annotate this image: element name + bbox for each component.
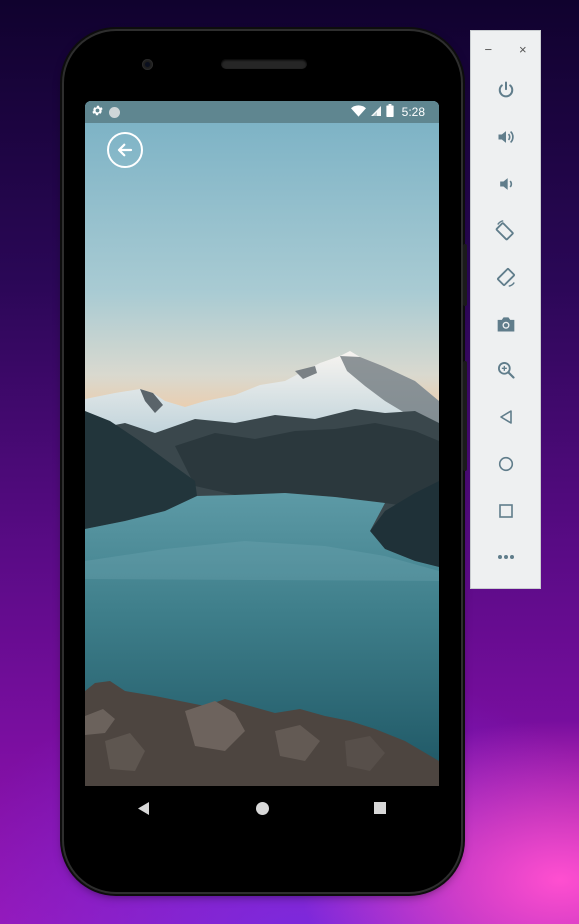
notification-dot-icon [109,106,120,118]
nav-overview-button[interactable] [360,788,400,828]
emulator-back-button[interactable] [471,394,540,441]
rotate-right-button[interactable] [471,254,540,301]
circle-home-icon [255,801,269,815]
earpiece-speaker [221,59,307,69]
emulator-overview-button[interactable] [471,487,540,534]
volume-down-button[interactable] [471,160,540,207]
android-nav-bar [85,786,439,830]
rotate-left-button[interactable] [471,207,540,254]
rotate-right-icon [496,268,515,287]
emulator-control-panel: − × [471,31,540,588]
volume-up-button[interactable] [471,114,540,161]
camera-icon [497,317,514,332]
phone-frame: 5:28 [64,31,467,892]
signal-icon [370,105,382,120]
back-arrow-button[interactable] [107,132,143,168]
back-icon [499,410,512,424]
volume-up-icon [498,131,514,144]
zoom-button[interactable] [471,347,540,394]
battery-icon [386,104,394,120]
volume-side-button [463,361,467,471]
power-button[interactable] [471,67,540,114]
volume-down-icon [499,177,512,190]
rotate-left-icon [495,220,514,241]
power-side-button [463,244,467,306]
zoom-icon [497,362,515,380]
device-screen: 5:28 [85,101,439,786]
minimize-button[interactable]: − [484,42,492,57]
arrow-left-icon [117,143,133,157]
status-time: 5:28 [401,105,425,119]
close-button[interactable]: × [519,42,527,57]
status-bar: 5:28 [85,101,439,123]
triangle-back-icon [138,801,149,815]
nav-home-button[interactable] [242,788,282,828]
power-icon [498,81,513,98]
nav-back-button[interactable] [124,788,164,828]
square-overview-icon [374,802,386,814]
landscape-wallpaper [85,101,439,786]
settings-gear-icon [91,104,104,120]
screenshot-button[interactable] [471,300,540,347]
more-options-button[interactable] [471,534,540,581]
emulator-home-button[interactable] [471,441,540,488]
home-icon [498,456,513,471]
more-icon [497,555,514,560]
wifi-icon [350,104,366,120]
front-camera [142,59,153,70]
overview-icon [498,503,513,518]
